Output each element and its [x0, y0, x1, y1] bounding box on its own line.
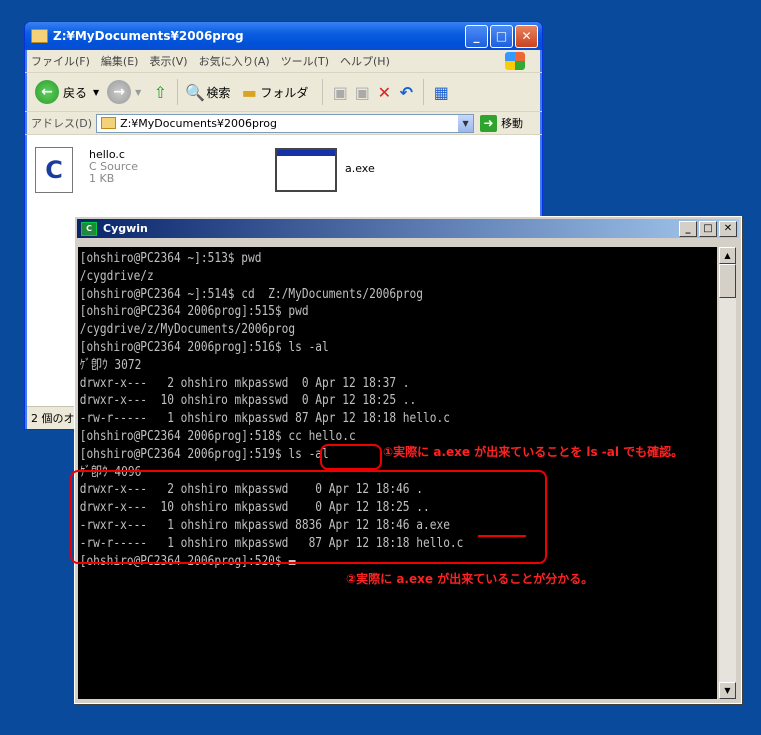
toolbar: ← 戻る ▼ → ▼ ⇧ 🔍 検索 ▬ フォルダ ▣ ▣ ✕ ↶ ▦: [25, 73, 542, 112]
undo-icon[interactable]: ↶: [395, 81, 417, 103]
c-source-file-icon: C: [35, 147, 73, 193]
terminal-line: drwxr-x--- 2 ohshiro mkpasswd 0 Apr 12 1…: [79, 375, 410, 391]
search-button[interactable]: 🔍 検索: [184, 81, 230, 103]
terminal-line: -rw-r----- 1 ohshiro mkpasswd 87 Apr 12 …: [79, 411, 450, 427]
address-label: アドレス(D): [31, 117, 93, 130]
views-icon[interactable]: ▦: [430, 81, 452, 103]
terminal-line: [ohshiro@PC2364 ~]:514$ cd Z:/MyDocument…: [79, 286, 424, 302]
terminal-line: /cygdrive/z/MyDocuments/2006prog: [79, 322, 296, 338]
toolbar-divider: [423, 79, 425, 105]
terminal-line: [ohshiro@PC2364 2006prog]:515$ pwd: [79, 304, 309, 320]
chevron-down-icon: ▼: [93, 87, 100, 97]
scroll-up-icon[interactable]: ▲: [719, 247, 736, 264]
executable-file-icon: [275, 148, 337, 192]
vertical-scrollbar[interactable]: ▲ ▼: [719, 247, 736, 699]
delete-icon[interactable]: ✕: [373, 81, 395, 103]
annotation-box-ls-command: [320, 444, 382, 470]
file-item-hello-c[interactable]: C hello.c C Source 1 KB: [35, 147, 138, 193]
folder-icon: [31, 29, 48, 43]
windows-logo-icon: [505, 52, 525, 70]
menu-favorites[interactable]: お気に入り(A): [199, 53, 270, 69]
menu-tools[interactable]: ツール(T): [281, 53, 329, 69]
cygwin-title-bar[interactable]: C Cygwin _ □ ✕: [77, 219, 739, 238]
terminal-line: [ohshiro@PC2364 2006prog]:518$ cc hello.…: [79, 428, 356, 444]
forward-button[interactable]: → ▼: [107, 80, 141, 104]
annotation-underline-a-exe: [478, 535, 526, 537]
minimize-button[interactable]: _: [679, 220, 697, 237]
address-bar: アドレス(D) Z:¥MyDocuments¥2006prog ▼ ➜ 移動: [25, 112, 542, 135]
up-folder-icon[interactable]: ⇧: [149, 81, 171, 103]
back-button[interactable]: ← 戻る ▼: [35, 80, 99, 104]
toolbar-divider: [177, 79, 179, 105]
annotation-note-1: ①実際に a.exe が出来ていることを ls -al でも確認。: [383, 445, 684, 459]
folder-icon: ▬: [241, 82, 257, 102]
explorer-title: Z:¥MyDocuments¥2006prog: [53, 29, 244, 43]
maximize-button[interactable]: □: [699, 220, 717, 237]
forward-arrow-icon: →: [107, 80, 132, 104]
go-button[interactable]: ➜ 移動: [480, 114, 524, 132]
menu-help[interactable]: ヘルプ(H): [340, 53, 390, 69]
terminal-line: [ohshiro@PC2364 2006prog]:516$ ls -al: [79, 339, 329, 355]
terminal-line: [ohshiro@PC2364 ~]:513$ pwd: [79, 251, 262, 266]
cygwin-title: Cygwin: [103, 222, 148, 235]
cygwin-icon: C: [81, 221, 97, 236]
menu-view[interactable]: 表示(V): [149, 53, 187, 69]
folders-button[interactable]: ▬ フォルダ: [238, 81, 309, 103]
terminal-line: [ohshiro@PC2364 2006prog]:519$ ls -al: [79, 446, 329, 462]
folder-icon: [101, 117, 117, 129]
annotation-box-listing: [70, 470, 547, 564]
file-item-a-exe[interactable]: a.exe: [275, 148, 375, 192]
annotation-note-2: ②実際に a.exe が出来ていることが分かる。: [346, 572, 594, 586]
folders-label: フォルダ: [260, 85, 309, 100]
menu-file[interactable]: ファイル(F): [31, 53, 90, 69]
scroll-down-icon[interactable]: ▼: [719, 682, 736, 699]
minimize-button[interactable]: _: [465, 24, 488, 48]
terminal-line: ｹﾞ卽ｳ 3072: [79, 357, 142, 373]
explorer-title-bar[interactable]: Z:¥MyDocuments¥2006prog _ □ ✕: [25, 22, 542, 50]
chevron-down-icon[interactable]: ▼: [458, 114, 474, 132]
cygwin-window: C Cygwin _ □ ✕ [ohshiro@PC2364 ~]:513$ p…: [74, 216, 742, 704]
copy-to-icon[interactable]: ▣: [351, 81, 373, 103]
search-label: 検索: [206, 85, 231, 100]
chevron-down-icon: ▼: [135, 87, 142, 97]
close-button[interactable]: ✕: [515, 24, 538, 48]
status-text: 2 個のオ: [31, 412, 75, 425]
back-label: 戻る: [63, 85, 88, 100]
file-name: a.exe: [345, 162, 375, 175]
address-value: Z:¥MyDocuments¥2006prog: [120, 116, 277, 130]
address-input[interactable]: Z:¥MyDocuments¥2006prog ▼: [96, 113, 475, 133]
terminal-line: /cygdrive/z: [79, 268, 154, 284]
scrollbar-thumb[interactable]: [719, 264, 736, 298]
menu-edit[interactable]: 編集(E): [101, 53, 139, 69]
back-arrow-icon: ←: [35, 80, 59, 104]
move-to-icon[interactable]: ▣: [329, 81, 351, 103]
go-arrow-icon: ➜: [480, 114, 498, 132]
terminal-line: drwxr-x--- 10 ohshiro mkpasswd 0 Apr 12 …: [79, 393, 417, 409]
go-label: 移動: [501, 117, 524, 130]
maximize-button[interactable]: □: [490, 24, 513, 48]
search-icon: 🔍: [185, 82, 206, 102]
toolbar-divider: [322, 79, 324, 105]
menu-bar: ファイル(F) 編集(E) 表示(V) お気に入り(A) ツール(T) ヘルプ(…: [25, 50, 542, 73]
file-size: 1 KB: [89, 172, 115, 185]
close-button[interactable]: ✕: [719, 220, 737, 237]
